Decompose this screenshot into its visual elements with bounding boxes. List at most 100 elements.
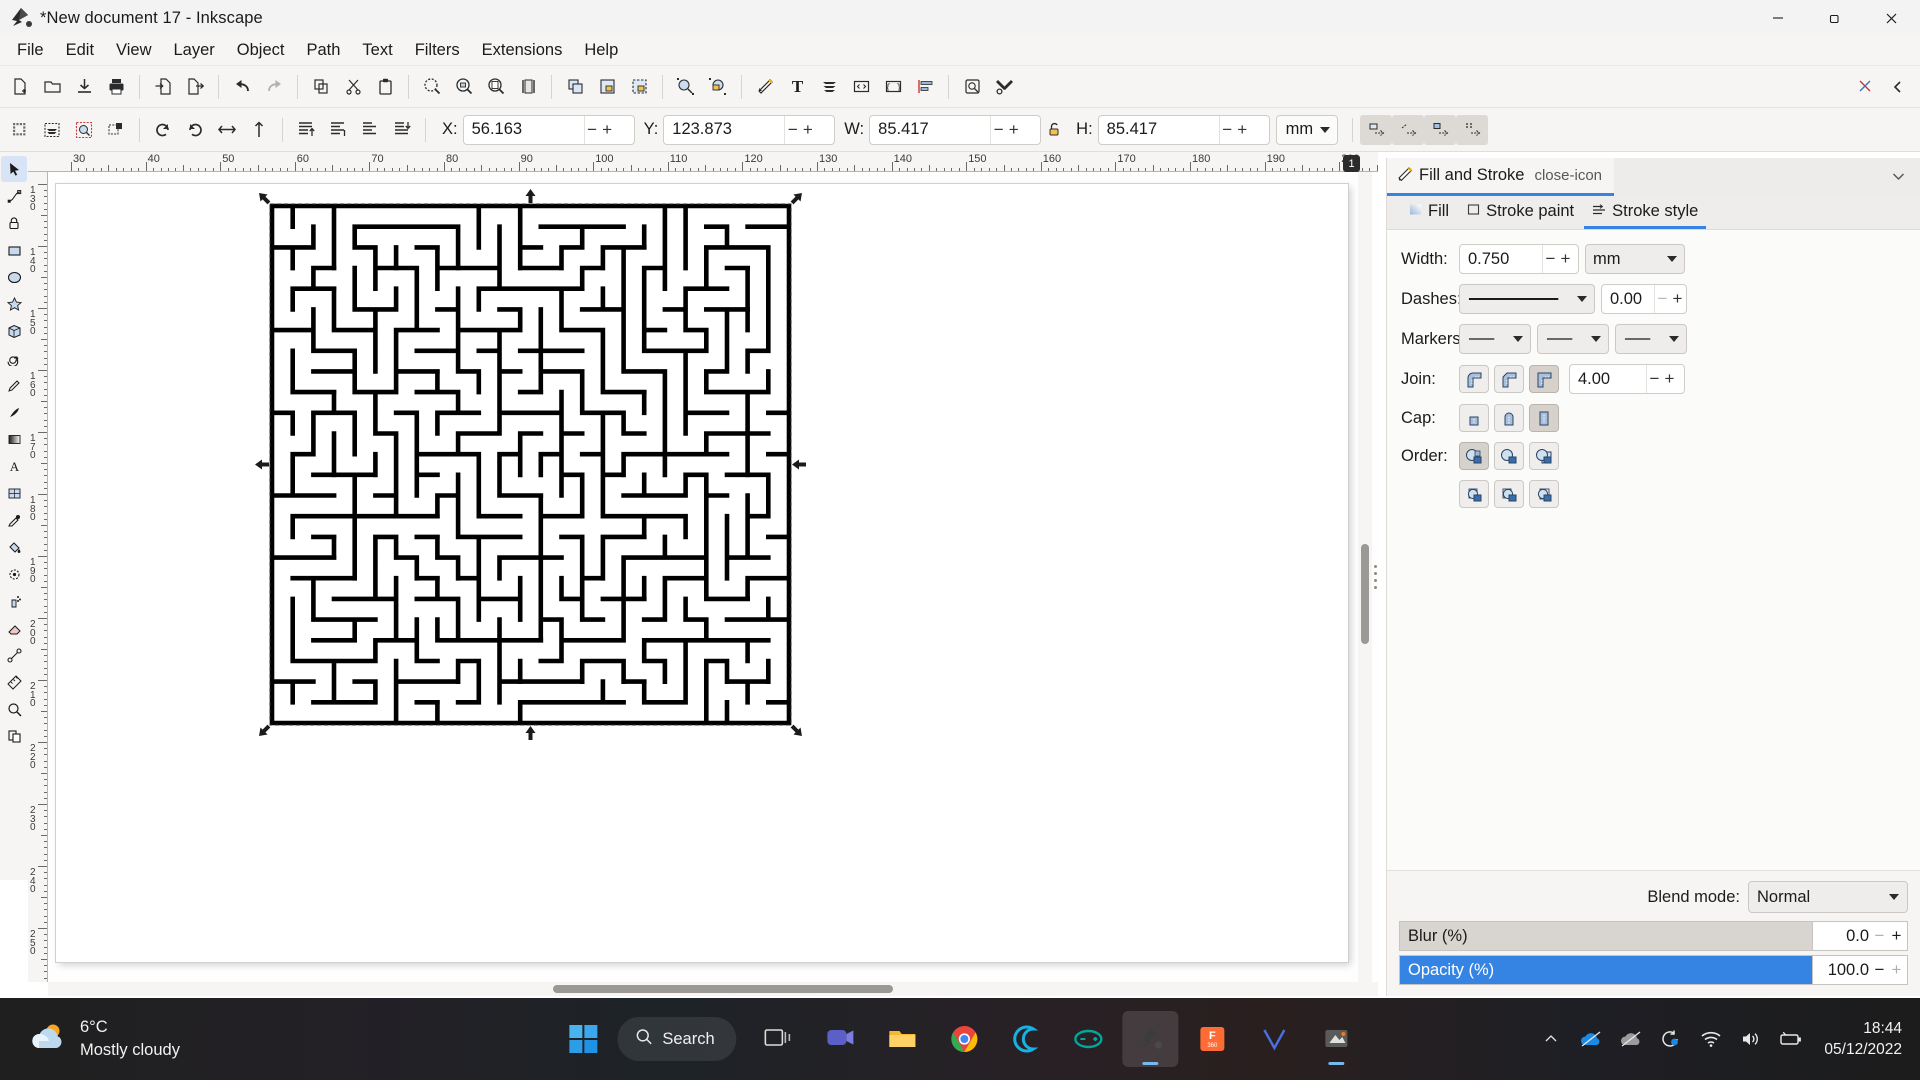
preferences-icon[interactable] (988, 72, 1020, 102)
blur-minus[interactable]: − (1871, 926, 1888, 946)
chevron-up-icon[interactable] (1538, 1026, 1564, 1052)
snap-bbox-icon[interactable] (1360, 114, 1393, 145)
dash-offset-minus[interactable]: − (1655, 285, 1670, 313)
y-minus[interactable]: − (785, 116, 800, 144)
fill-stroke-markers-icon[interactable] (1459, 442, 1489, 470)
bevel-join-icon[interactable] (1494, 365, 1524, 393)
blend-mode-select[interactable]: Normal (1748, 881, 1908, 913)
opacity-slider[interactable]: Opacity (%) (1399, 955, 1812, 985)
taskbar-clock[interactable]: 18:44 05/12/2022 (1824, 1018, 1902, 1060)
selectors-icon[interactable]: { } (877, 72, 909, 102)
ungroup-icon[interactable] (623, 72, 655, 102)
file-explorer-icon[interactable] (875, 1011, 931, 1067)
menu-path[interactable]: Path (295, 38, 351, 63)
text-tool-icon[interactable]: T (781, 72, 813, 102)
page-tool[interactable] (1, 723, 27, 749)
spiral-tool[interactable] (1, 345, 27, 371)
vertical-ruler[interactable]: 130 140 150 160 170 180 190 200 210 220 230 240 250 (28, 172, 48, 982)
fusion360-icon[interactable]: F 360 (1185, 1011, 1241, 1067)
h-plus[interactable]: + (1235, 116, 1250, 144)
vectary-icon[interactable] (1247, 1011, 1303, 1067)
snap-grid-icon[interactable] (1456, 114, 1489, 145)
w-field[interactable]: − + (869, 114, 1042, 145)
markers-stroke-fill-icon[interactable] (1529, 480, 1559, 508)
cut-icon[interactable] (337, 72, 369, 102)
prusaslicer-icon[interactable] (1309, 1011, 1365, 1067)
weather-widget[interactable]: 6°C Mostly cloudy (28, 1016, 180, 1062)
w-plus[interactable]: + (1006, 116, 1021, 144)
menu-object[interactable]: Object (226, 38, 296, 63)
maximize-button[interactable] (1806, 0, 1863, 36)
scissors-overflow-icon[interactable] (1850, 72, 1882, 102)
onedrive-icon[interactable] (1578, 1026, 1604, 1052)
print-document-icon[interactable] (100, 72, 132, 102)
blur-slider[interactable]: Blur (%) (1399, 921, 1812, 951)
rotate-cw-icon[interactable] (179, 115, 211, 145)
ellipse-tool[interactable] (1, 264, 27, 290)
dropper-tool[interactable] (1, 507, 27, 533)
menu-view[interactable]: View (105, 38, 162, 63)
dock-resize-handle[interactable] (1374, 565, 1379, 589)
layer-indicator[interactable]: 1 (1343, 155, 1360, 172)
menu-help[interactable]: Help (573, 38, 629, 63)
miter-limit-input[interactable] (1570, 365, 1646, 393)
stroke-width-input[interactable] (1460, 245, 1542, 273)
stroke-width-plus[interactable]: + (1558, 245, 1573, 273)
measure-tool[interactable] (1, 669, 27, 695)
chevron-left-icon[interactable] (1882, 72, 1914, 102)
inkscape-icon[interactable] (1122, 1011, 1179, 1067)
close-icon[interactable]: close-icon (1534, 167, 1602, 184)
blur-plus[interactable]: + (1888, 926, 1905, 946)
onedrive-paused-icon[interactable] (1618, 1026, 1644, 1052)
chevron-down-icon[interactable] (1882, 163, 1914, 190)
dash-offset-input[interactable] (1602, 285, 1654, 313)
miter-limit-minus[interactable]: − (1647, 365, 1662, 393)
save-document-icon[interactable] (68, 72, 100, 102)
h-field-input[interactable] (1098, 115, 1219, 144)
stroke-fill-markers-icon[interactable] (1529, 442, 1559, 470)
deselect-icon[interactable] (68, 115, 100, 145)
lower-to-bottom-icon[interactable] (386, 115, 418, 145)
svg-code-icon[interactable] (845, 72, 877, 102)
arduino-icon[interactable] (1061, 1011, 1117, 1067)
lock-icon[interactable] (1, 210, 27, 236)
stroke-width-minus[interactable]: − (1543, 245, 1558, 273)
dash-offset-field[interactable]: − + (1601, 284, 1687, 314)
import-icon[interactable] (147, 72, 179, 102)
blur-value-field[interactable]: 0.0 − + (1812, 921, 1908, 951)
marker-mid-select[interactable] (1537, 324, 1609, 354)
volume-icon[interactable] (1738, 1026, 1764, 1052)
x-field[interactable]: − + (462, 114, 635, 145)
lower-icon[interactable] (354, 115, 386, 145)
paste-icon[interactable] (369, 72, 401, 102)
tab-fill[interactable]: Fill (1401, 196, 1457, 229)
lock-ratio-icon[interactable] (1041, 115, 1067, 145)
search-input[interactable]: Search (617, 1017, 737, 1061)
y-field[interactable]: − + (663, 114, 836, 145)
y-plus[interactable]: + (800, 116, 815, 144)
new-document-icon[interactable] (4, 72, 36, 102)
wifi-icon[interactable] (1698, 1026, 1724, 1052)
zoom-tool[interactable] (1, 696, 27, 722)
rectangle-tool[interactable] (1, 237, 27, 263)
task-view-icon[interactable] (751, 1011, 807, 1067)
stroke-markers-fill-icon[interactable] (1459, 480, 1489, 508)
zoom-selection-icon[interactable] (416, 72, 448, 102)
marker-end-select[interactable] (1615, 324, 1687, 354)
snap-paths-icon[interactable] (1424, 114, 1457, 145)
w-field-input[interactable] (870, 115, 991, 144)
x-field-input[interactable] (463, 115, 584, 144)
star-tool[interactable] (1, 291, 27, 317)
snap-nodes-icon[interactable] (1392, 114, 1425, 145)
redo-icon[interactable] (258, 72, 290, 102)
w-field-stepper[interactable]: − + (990, 115, 1021, 144)
clip-icon[interactable] (702, 72, 734, 102)
layers-icon[interactable] (813, 72, 845, 102)
h-minus[interactable]: − (1220, 116, 1235, 144)
cura-icon[interactable] (999, 1011, 1055, 1067)
export-icon[interactable] (179, 72, 211, 102)
menu-extensions[interactable]: Extensions (471, 38, 574, 63)
miter-limit-stepper[interactable]: − + (1646, 365, 1677, 393)
text-tool[interactable]: A (1, 453, 27, 479)
spray-tool[interactable] (1, 588, 27, 614)
